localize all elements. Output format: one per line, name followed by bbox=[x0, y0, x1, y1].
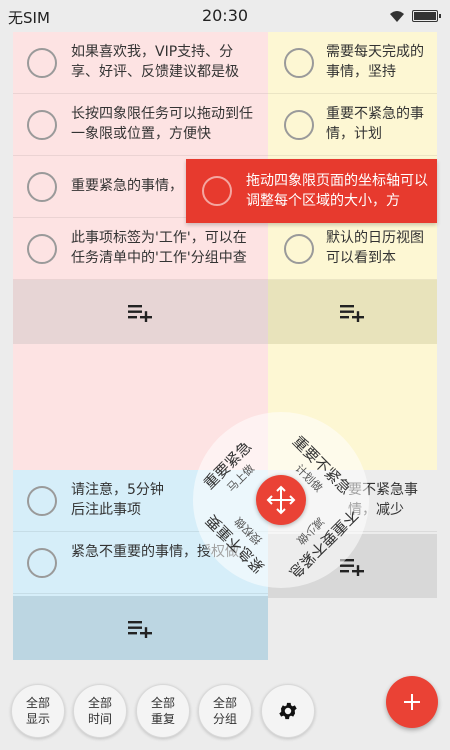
task-checkbox[interactable] bbox=[27, 48, 57, 78]
task-text: 如果喜欢我，VIP支持、分享、好评、反馈建议都是极 bbox=[71, 44, 239, 80]
task-item[interactable]: 此事项标签为'工作'，可以在任务清单中的'工作'分组中查 bbox=[13, 218, 268, 280]
gear-icon bbox=[279, 702, 297, 720]
quadrant-important-not-urgent[interactable]: 需要每天完成的事情，坚持 重要不紧急的事情，计划 默认的日历视图可以看到本 bbox=[268, 32, 437, 470]
task-checkbox[interactable] bbox=[27, 234, 57, 264]
add-list-icon bbox=[339, 305, 364, 322]
task-text: 重要不紧急的事情，计划 bbox=[326, 106, 424, 142]
add-task-bar[interactable] bbox=[268, 280, 437, 344]
task-checkbox[interactable] bbox=[284, 48, 314, 78]
add-task-bar[interactable] bbox=[13, 280, 268, 344]
wheel-center-handle[interactable] bbox=[256, 475, 306, 525]
task-item[interactable]: 需要每天完成的事情，坚持 bbox=[268, 32, 437, 94]
task-text: 请注意，5分钟后注此事项哦。 bbox=[71, 482, 164, 518]
task-text: 此事项标签为'工作'，可以在任务清单中的'工作'分组中查 bbox=[71, 230, 247, 266]
task-checkbox[interactable] bbox=[202, 176, 232, 206]
task-item[interactable]: 长按四象限任务可以拖动到任一象限或位置，方便快 bbox=[13, 94, 268, 156]
task-checkbox[interactable] bbox=[284, 110, 314, 140]
task-text: 长按四象限任务可以拖动到任一象限或位置，方便快 bbox=[71, 106, 253, 142]
add-list-icon bbox=[127, 621, 152, 638]
add-list-icon bbox=[127, 305, 152, 322]
add-task-bar[interactable] bbox=[13, 596, 268, 660]
wifi-icon bbox=[390, 11, 404, 22]
tip-text: 拖动四象限页面的坐标轴可以调整每个区域的大小，方 bbox=[246, 173, 428, 209]
battery-icon bbox=[412, 10, 441, 22]
tip-card[interactable]: 拖动四象限页面的坐标轴可以调整每个区域的大小，方 bbox=[186, 159, 437, 223]
settings-button[interactable] bbox=[261, 684, 315, 738]
add-task-button[interactable] bbox=[386, 676, 438, 728]
all-time-button[interactable]: 全部时间 bbox=[73, 684, 127, 738]
task-item[interactable]: 如果喜欢我，VIP支持、分享、好评、反馈建议都是极 bbox=[13, 32, 268, 94]
quadrant-board[interactable]: 如果喜欢我，VIP支持、分享、好评、反馈建议都是极 长按四象限任务可以拖动到任一… bbox=[13, 32, 437, 660]
all-repeat-button[interactable]: 全部重复 bbox=[136, 684, 190, 738]
plus-icon bbox=[404, 694, 420, 710]
show-all-button[interactable]: 全部显示 bbox=[11, 684, 65, 738]
quadrant-wheel[interactable]: 重要紧急 马上做 重要不紧急 计划做 紧急不重要 授权做 不重要不紧急 减少做 bbox=[193, 412, 369, 588]
all-group-button[interactable]: 全部分组 bbox=[198, 684, 252, 738]
quadrant-important-urgent[interactable]: 如果喜欢我，VIP支持、分享、好评、反馈建议都是极 长按四象限任务可以拖动到任一… bbox=[13, 32, 268, 470]
task-checkbox[interactable] bbox=[27, 486, 57, 516]
task-text: 需要每天完成的事情，坚持 bbox=[326, 44, 424, 80]
status-bar: 无SIM 20:30 bbox=[0, 0, 450, 32]
task-item[interactable]: 重要不紧急的事情，计划 bbox=[268, 94, 437, 156]
task-checkbox[interactable] bbox=[27, 172, 57, 202]
bottom-toolbar: 全部显示 全部时间 全部重复 全部分组 bbox=[0, 660, 450, 750]
clock: 20:30 bbox=[201, 6, 249, 25]
task-text: 默认的日历视图可以看到本 bbox=[326, 230, 424, 266]
task-checkbox[interactable] bbox=[284, 234, 314, 264]
task-item[interactable]: 默认的日历视图可以看到本 bbox=[268, 218, 437, 280]
task-checkbox[interactable] bbox=[27, 548, 57, 578]
move-arrows-icon bbox=[266, 485, 296, 515]
task-checkbox[interactable] bbox=[27, 110, 57, 140]
